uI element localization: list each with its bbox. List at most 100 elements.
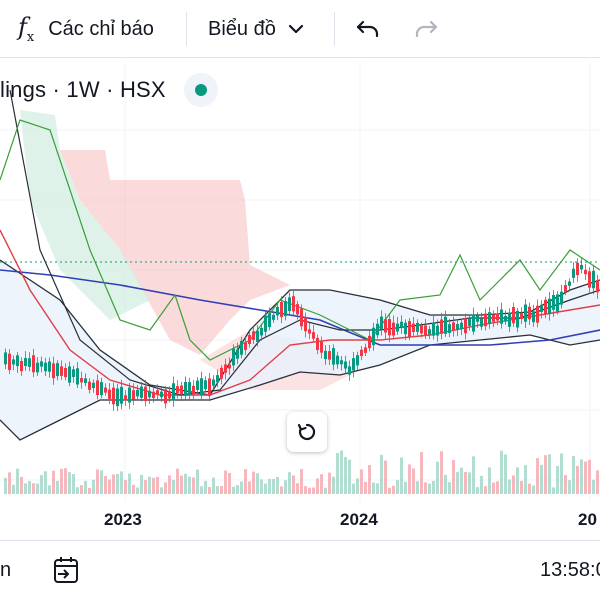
timeframe-range-text: n <box>0 559 12 581</box>
candle-body <box>448 324 451 333</box>
chart-type-label: Biểu đồ <box>208 17 276 40</box>
price-chart-canvas[interactable] <box>0 62 600 540</box>
volume-bar <box>476 487 479 494</box>
candle-body <box>548 298 551 315</box>
volume-bar <box>256 473 259 494</box>
candle-body <box>536 305 539 323</box>
candle-body <box>84 378 87 384</box>
volume-bar <box>240 481 243 494</box>
candle-body <box>336 355 339 365</box>
candle-body <box>504 316 507 322</box>
candle-body <box>368 335 371 349</box>
volume-bar <box>264 483 267 494</box>
volume-bar <box>448 482 451 494</box>
chart-type-button[interactable]: Biểu đồ <box>208 0 306 58</box>
candle-body <box>168 391 171 399</box>
candle-body <box>416 322 419 332</box>
volume-bar <box>436 461 439 494</box>
volume-bar <box>484 486 487 494</box>
volume-bar <box>552 487 555 494</box>
candle-body <box>88 381 91 390</box>
volume-bar <box>584 461 587 494</box>
candle-body <box>384 319 387 333</box>
candle-body <box>496 313 499 321</box>
volume-bar <box>112 474 115 494</box>
candle-body <box>44 362 47 372</box>
volume-bar <box>376 483 379 494</box>
volume-bar <box>596 470 599 494</box>
candle-body <box>412 323 415 332</box>
volume-bar <box>144 480 147 494</box>
candle-body <box>32 355 35 373</box>
volume-bar <box>200 486 203 494</box>
candle-body <box>68 366 71 383</box>
candle-body <box>556 294 559 312</box>
volume-bar <box>20 476 23 494</box>
candle-body <box>340 360 343 365</box>
candle-body <box>344 361 347 369</box>
candle-body <box>148 390 151 398</box>
volume-bar <box>156 476 159 494</box>
candle-body <box>444 316 447 334</box>
candle-body <box>584 269 587 275</box>
volume-bar <box>260 479 263 494</box>
volume-bar <box>592 479 595 494</box>
candle-body <box>432 322 435 336</box>
volume-bar <box>504 454 507 494</box>
indicators-button[interactable]: fx Các chỉ báo <box>18 0 154 58</box>
candle-body <box>52 363 55 379</box>
candle-body <box>240 340 243 355</box>
candle-body <box>420 325 423 334</box>
volume-bar <box>316 478 319 494</box>
volume-bar <box>68 472 71 494</box>
volume-bar <box>360 469 363 494</box>
volume-bar <box>460 467 463 494</box>
volume-bar <box>220 486 223 494</box>
candle-body <box>284 300 287 317</box>
volume-bar <box>384 460 387 494</box>
volume-bar <box>224 470 227 494</box>
candle-body <box>308 329 311 334</box>
candle-body <box>480 318 483 327</box>
volume-bar <box>556 466 559 494</box>
candle-body <box>228 364 231 369</box>
reset-chart-button[interactable] <box>287 412 327 452</box>
goto-date-button[interactable] <box>52 555 80 590</box>
volume-bar <box>236 485 239 494</box>
volume-bar <box>564 475 567 494</box>
volume-bar <box>320 474 323 494</box>
candle-body <box>436 325 439 336</box>
top-toolbar: fx Các chỉ báo Biểu đồ <box>0 0 600 58</box>
candle-body <box>132 390 135 400</box>
candle-body <box>428 329 431 335</box>
volume-bar <box>488 467 491 494</box>
candle-body <box>404 322 407 335</box>
volume-bar <box>272 478 275 494</box>
candle-body <box>380 316 383 330</box>
volume-bar <box>388 487 391 494</box>
candle-body <box>244 342 247 350</box>
volume-bar <box>492 482 495 494</box>
candle-body <box>460 322 463 330</box>
undo-button[interactable] <box>355 0 381 58</box>
candle-body <box>16 355 19 367</box>
redo-button[interactable] <box>413 0 439 58</box>
market-status-indicator[interactable] <box>183 73 218 107</box>
volume-bar <box>84 480 87 494</box>
volume-bar <box>328 472 331 494</box>
candle-body <box>396 323 399 332</box>
candle-body <box>292 296 295 312</box>
symbol-legend: lings · 1W · HSX <box>0 72 218 108</box>
volume-bar <box>340 450 343 494</box>
volume-bar <box>580 459 583 494</box>
candle-body <box>532 311 535 323</box>
candle-body <box>8 353 11 371</box>
candle-body <box>264 315 267 332</box>
volume-bar <box>324 487 327 494</box>
volume-bar <box>416 481 419 494</box>
candle-body <box>60 366 63 376</box>
candle-body <box>456 324 459 330</box>
toolbar-divider <box>186 12 187 46</box>
volume-bar <box>172 479 175 494</box>
volume-bar <box>148 476 151 494</box>
